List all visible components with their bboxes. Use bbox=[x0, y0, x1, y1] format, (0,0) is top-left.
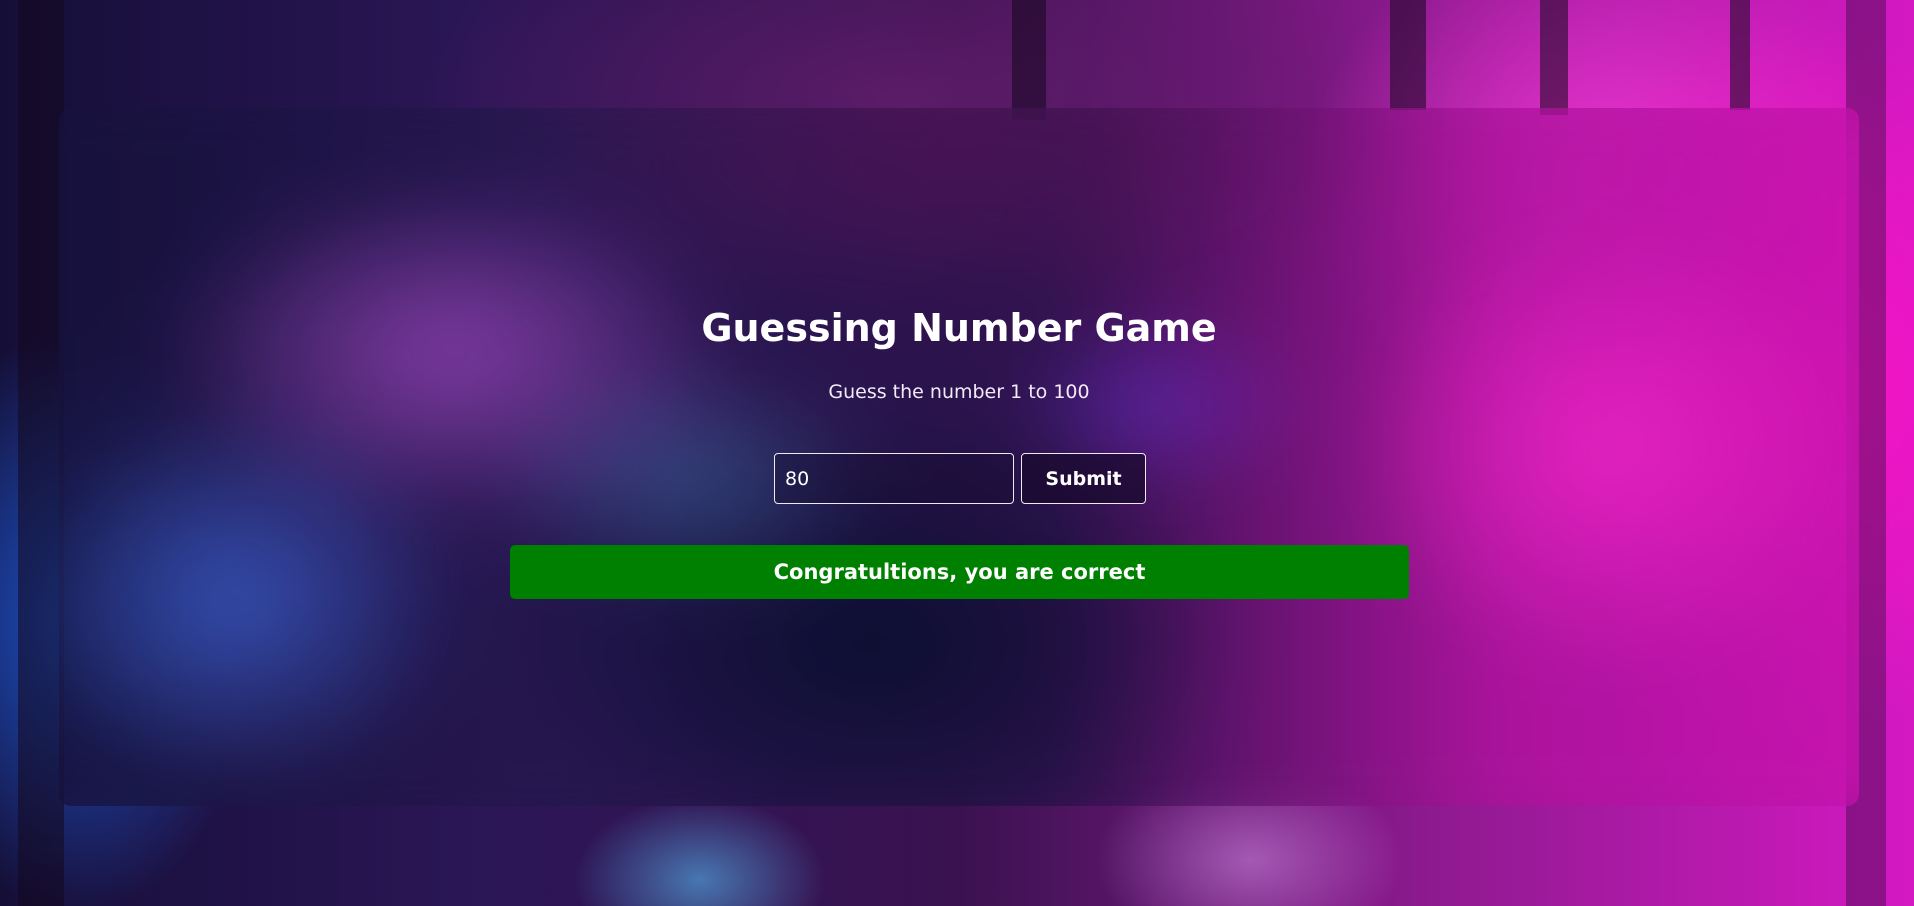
page-title: Guessing Number Game bbox=[701, 306, 1217, 350]
game-content: Guessing Number Game Guess the number 1 … bbox=[59, 108, 1859, 806]
game-card: Guessing Number Game Guess the number 1 … bbox=[59, 108, 1859, 806]
background-tree bbox=[1540, 0, 1568, 115]
game-instructions: Guess the number 1 to 100 bbox=[828, 381, 1090, 403]
background-tree bbox=[1730, 0, 1750, 110]
background-tree bbox=[18, 0, 64, 906]
guess-input[interactable] bbox=[774, 453, 1014, 504]
background-tree bbox=[1390, 0, 1426, 110]
background-tree bbox=[1012, 0, 1046, 120]
result-message: Congratultions, you are correct bbox=[510, 545, 1409, 599]
submit-button[interactable]: Submit bbox=[1021, 453, 1146, 504]
